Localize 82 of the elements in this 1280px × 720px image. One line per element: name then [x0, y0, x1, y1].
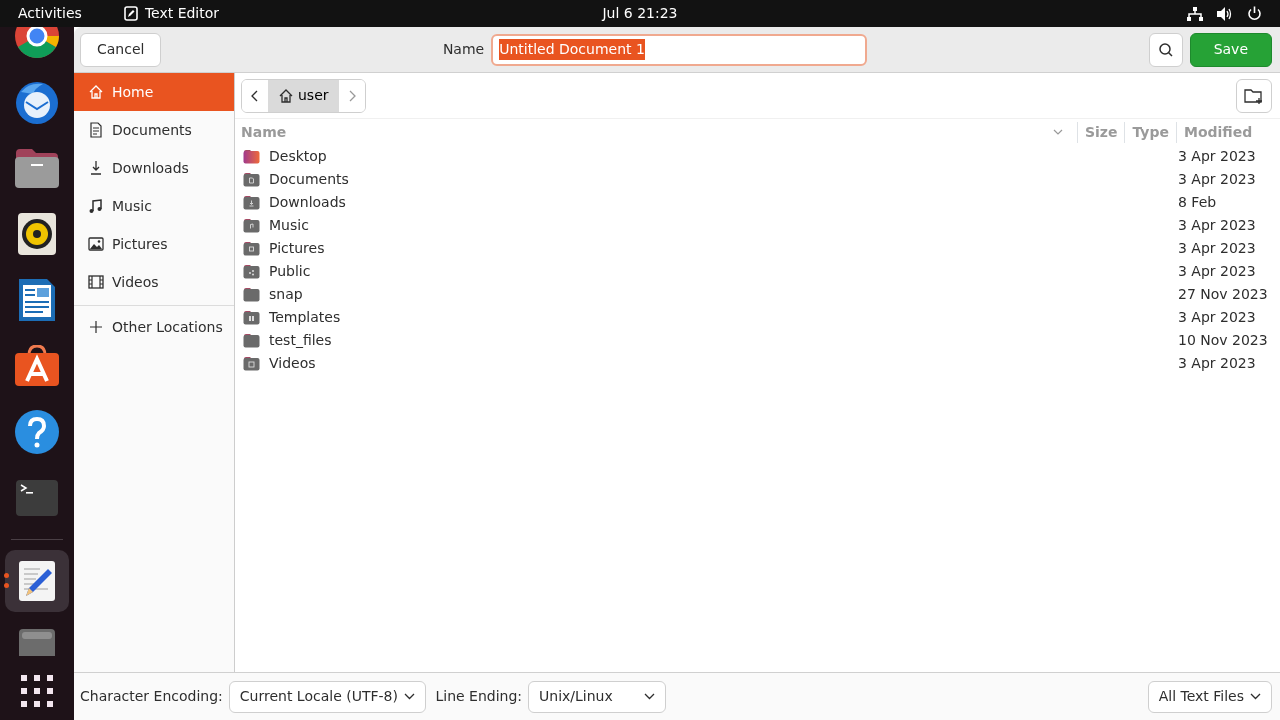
new-folder-icon [1244, 86, 1264, 105]
home-icon [278, 87, 294, 104]
app-grid-icon [21, 675, 53, 707]
clock[interactable]: Jul 6 21:23 [602, 3, 678, 24]
line-ending-dropdown[interactable]: Unix/Linux [528, 680, 667, 713]
home-icon [88, 84, 104, 100]
dock-item[interactable] [5, 550, 69, 612]
name-field[interactable]: Untitled Document 1 [491, 33, 868, 66]
modified-date: 3 Apr 2023 [1178, 354, 1257, 373]
file-name[interactable]: snap [269, 284, 303, 305]
modified-date: 3 Apr 2023 [1178, 216, 1257, 235]
folder-icon [243, 172, 260, 187]
sidebar-item[interactable]: Documents [74, 111, 234, 149]
folder-icon [243, 218, 260, 233]
drive-icon [18, 628, 56, 656]
text-editor-icon [123, 6, 138, 21]
folder-icon [243, 356, 260, 371]
download-icon [88, 160, 104, 176]
file-name[interactable]: test_files [269, 330, 332, 351]
file-name[interactable]: Desktop [269, 146, 327, 167]
chevron-down-icon [403, 693, 415, 700]
music-icon [88, 198, 104, 214]
chevron-right-icon [347, 89, 356, 102]
sidebar-item[interactable]: Videos [74, 263, 234, 301]
folder-icon [14, 147, 60, 189]
search-button[interactable] [1148, 32, 1183, 67]
chevron-down-icon [644, 693, 656, 700]
sidebar-item[interactable]: Pictures [74, 225, 234, 263]
file-name[interactable]: Music [269, 215, 309, 236]
folder-icon [243, 241, 260, 256]
path-button[interactable]: user [268, 79, 339, 112]
file-name[interactable]: Public [269, 261, 311, 282]
network-icon[interactable] [1187, 6, 1203, 21]
folder-icon [243, 333, 260, 348]
sidebar-item[interactable]: Other Locations [74, 308, 234, 346]
file-name[interactable]: Pictures [269, 238, 325, 259]
sidebar-item[interactable]: Home [74, 73, 234, 111]
folder-icon [243, 287, 260, 302]
sidebar-item[interactable]: Downloads [74, 149, 234, 187]
name-label: Name [442, 40, 485, 59]
file-name[interactable]: Documents [269, 169, 349, 190]
search-icon [1157, 41, 1174, 58]
film-icon [88, 274, 104, 290]
new-folder-button[interactable] [1236, 78, 1272, 113]
terminal-icon [15, 479, 59, 517]
chevron-down-icon [1250, 693, 1261, 700]
encoding-label: Character Encoding: [80, 687, 223, 706]
modified-date: 3 Apr 2023 [1178, 239, 1257, 258]
document-icon [17, 277, 57, 323]
file-type-dropdown[interactable]: All Text Files [1147, 680, 1272, 713]
modified-date: 3 Apr 2023 [1178, 147, 1257, 166]
help-icon [14, 409, 60, 455]
cancel-button[interactable]: Cancel [80, 32, 162, 67]
file-name[interactable]: Templates [269, 307, 341, 328]
file-name[interactable]: Downloads [269, 192, 346, 213]
sidebar-item[interactable]: Music [74, 187, 234, 225]
modified-date: 8 Feb [1178, 193, 1218, 212]
app-title[interactable]: Text Editor [144, 3, 220, 24]
line-ending-label: Line Ending: [435, 687, 523, 706]
encoding-dropdown[interactable]: Current Locale (UTF-8) [228, 680, 426, 713]
running-indicator [4, 573, 10, 589]
sort-caret-icon [1052, 129, 1063, 135]
folder-icon [243, 264, 260, 279]
file-name[interactable]: Videos [269, 353, 316, 374]
modified-date: 3 Apr 2023 [1178, 262, 1257, 281]
text-editor-icon [18, 560, 56, 602]
modified-date: 10 Nov 2023 [1178, 331, 1269, 350]
speaker-icon [17, 212, 57, 256]
volume-icon[interactable] [1217, 6, 1233, 21]
plus-icon [88, 319, 104, 335]
modified-date: 27 Nov 2023 [1178, 285, 1269, 304]
folder-icon [243, 310, 260, 325]
power-icon[interactable] [1247, 6, 1262, 21]
folder-icon [243, 195, 260, 210]
shopping-bag-icon [14, 345, 60, 387]
chevron-left-icon [251, 89, 259, 102]
modified-date: 3 Apr 2023 [1178, 170, 1257, 189]
activities-button[interactable]: Activities [18, 3, 82, 24]
desktop-folder-icon [243, 149, 260, 164]
modified-date: 3 Apr 2023 [1178, 308, 1257, 327]
document-icon [88, 122, 104, 138]
picture-icon [88, 236, 104, 252]
